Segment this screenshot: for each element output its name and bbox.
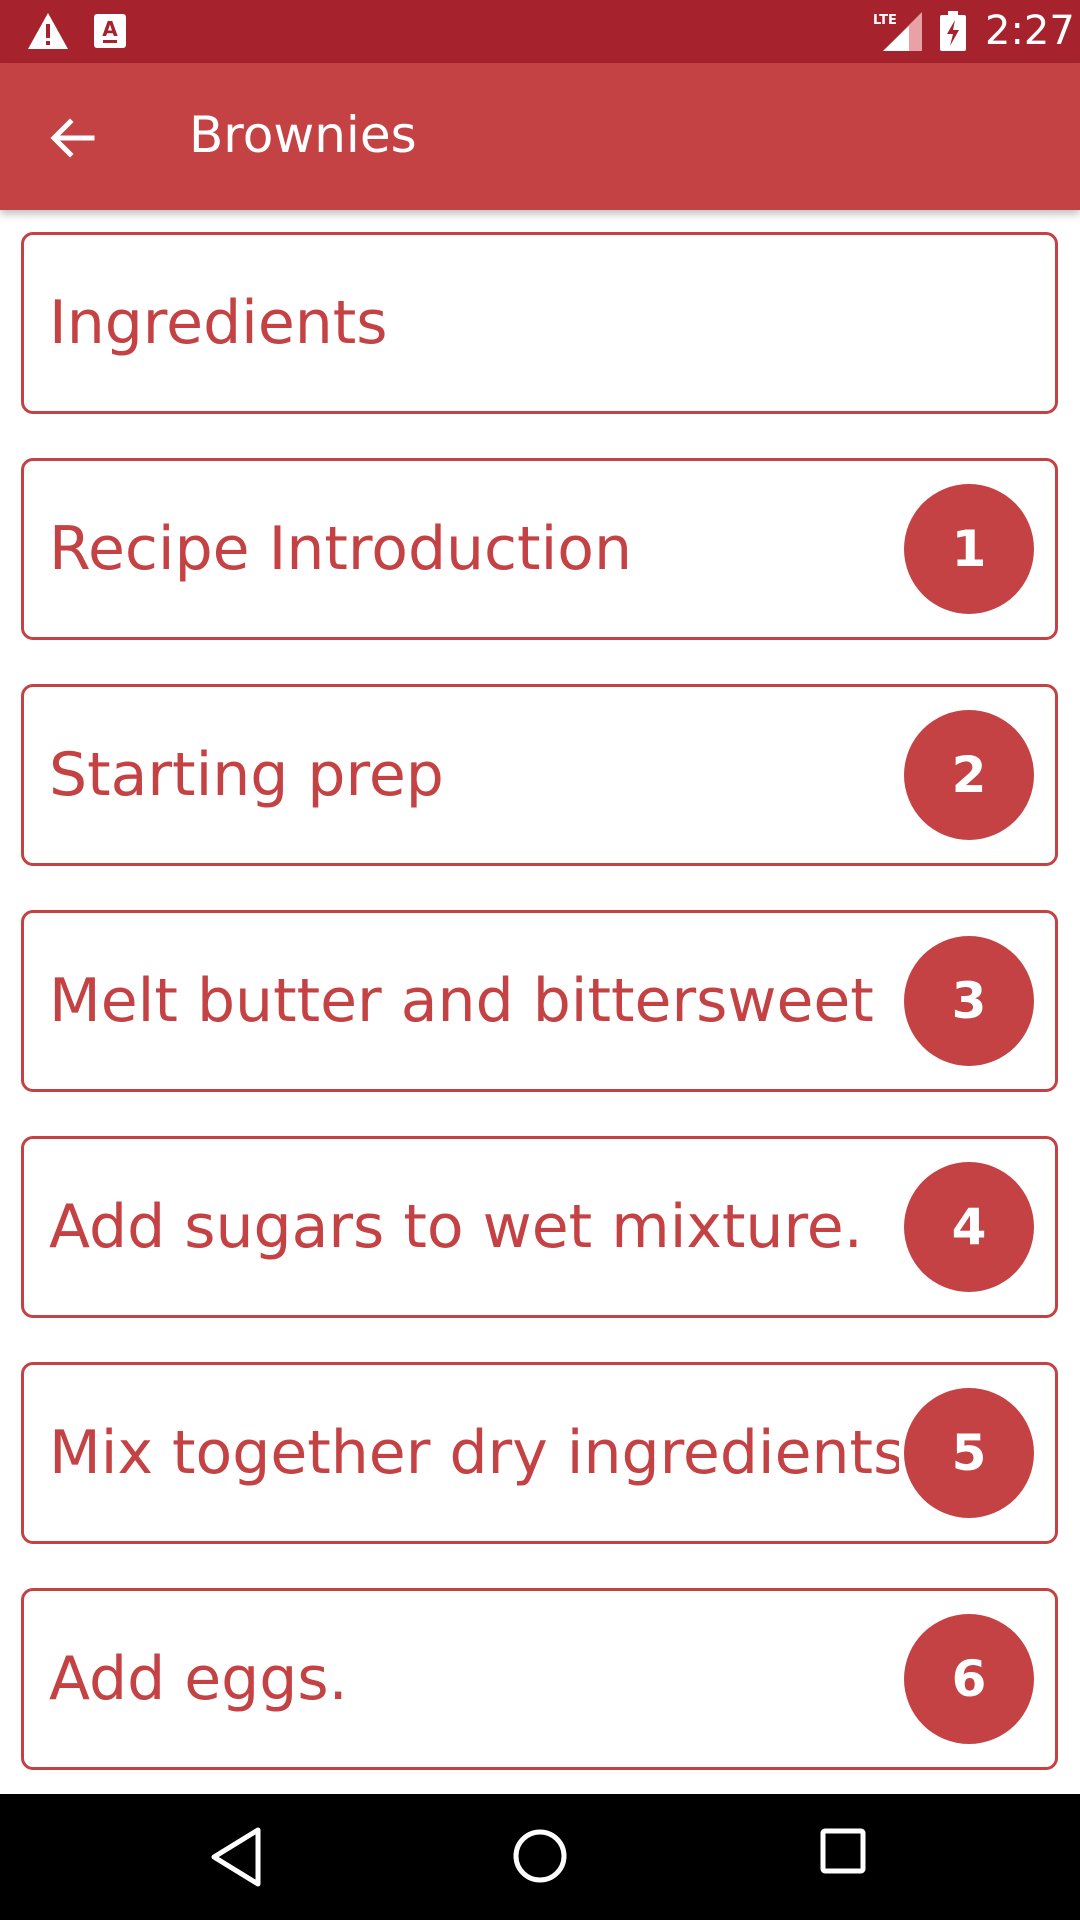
list-item-label: Recipe Introduction — [49, 514, 632, 584]
step-number-badge: 3 — [904, 936, 1034, 1066]
list-item-step-4[interactable]: Add sugars to wet mixture. 4 — [21, 1136, 1058, 1318]
page-title: Brownies — [189, 106, 417, 164]
list-item-step-2[interactable]: Starting prep 2 — [21, 684, 1058, 866]
list-item-label: Add sugars to wet mixture. — [49, 1192, 863, 1262]
nav-home-icon[interactable] — [510, 1826, 570, 1886]
list-item-label: Melt butter and bittersweet … — [49, 966, 899, 1036]
system-nav-bar — [0, 1794, 1080, 1920]
status-time: 2:27 — [985, 8, 1075, 54]
list-item-step-5[interactable]: Mix together dry ingredients. 5 — [21, 1362, 1058, 1544]
step-number-badge: 4 — [904, 1162, 1034, 1292]
status-bar: A LTE 2:27 — [0, 0, 1080, 63]
step-number-badge: 1 — [904, 484, 1034, 614]
step-number-badge: 2 — [904, 710, 1034, 840]
text-a-icon: A — [94, 14, 126, 48]
battery-charging-icon — [940, 11, 966, 51]
list-item-step-3[interactable]: Melt butter and bittersweet … 3 — [21, 910, 1058, 1092]
lte-signal-icon: LTE — [873, 12, 922, 51]
lte-label: LTE — [873, 13, 897, 28]
list-item-label: Add eggs. — [49, 1644, 348, 1714]
list-item-ingredients[interactable]: Ingredients — [21, 232, 1058, 414]
list-item-step-6[interactable]: Add eggs. 6 — [21, 1588, 1058, 1770]
warning-icon — [28, 13, 68, 49]
app-bar: Brownies — [0, 63, 1080, 210]
step-number-badge: 6 — [904, 1614, 1034, 1744]
list-item-label: Ingredients — [49, 288, 388, 358]
step-number-badge: 5 — [904, 1388, 1034, 1518]
list-item-step-1[interactable]: Recipe Introduction 1 — [21, 458, 1058, 640]
list-item-label: Mix together dry ingredients. — [49, 1418, 899, 1488]
nav-back-icon[interactable] — [208, 1826, 264, 1888]
svg-text:A: A — [102, 17, 118, 41]
arrow-left-icon[interactable] — [44, 110, 100, 166]
nav-recents-icon[interactable] — [820, 1828, 866, 1874]
list-item-label: Starting prep — [49, 740, 444, 810]
